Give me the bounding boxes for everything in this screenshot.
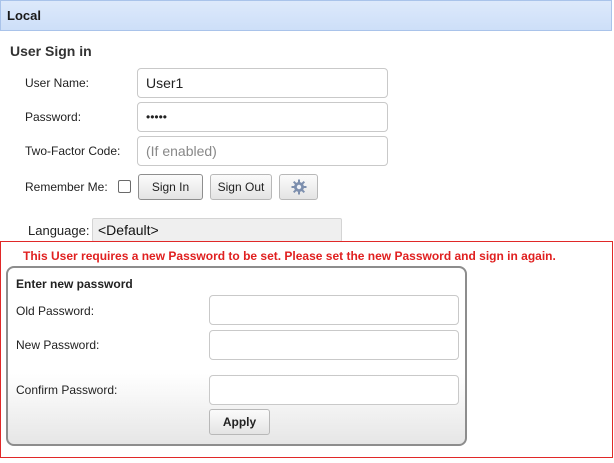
panel-title: Enter new password [16,277,133,291]
header-title: Local [7,8,41,23]
section-title: User Sign in [10,43,92,59]
password-input[interactable]: ••••• [137,102,388,132]
remember-me-label: Remember Me: [25,180,108,194]
apply-button[interactable]: Apply [209,409,270,435]
two-factor-input[interactable]: (If enabled) [137,136,388,166]
password-reset-warning: This User requires a new Password to be … [23,249,556,263]
gear-icon [291,179,307,195]
language-select[interactable]: <Default> [92,218,342,242]
username-input[interactable]: User1 [137,68,388,98]
remember-me-checkbox[interactable] [118,180,131,193]
settings-button[interactable] [279,174,318,200]
confirm-password-input[interactable] [209,375,459,405]
confirm-password-label: Confirm Password: [16,383,118,397]
sign-in-button[interactable]: Sign In [138,174,203,200]
password-label: Password: [25,110,82,124]
old-password-label: Old Password: [16,304,95,318]
header-bar [0,0,612,31]
new-password-label: New Password: [16,338,100,352]
username-label: User Name: [25,76,90,90]
sign-out-button[interactable]: Sign Out [210,174,272,200]
old-password-input[interactable] [209,295,459,325]
language-label: Language: [28,223,90,238]
new-password-input[interactable] [209,330,459,360]
two-factor-label: Two-Factor Code: [25,144,121,158]
